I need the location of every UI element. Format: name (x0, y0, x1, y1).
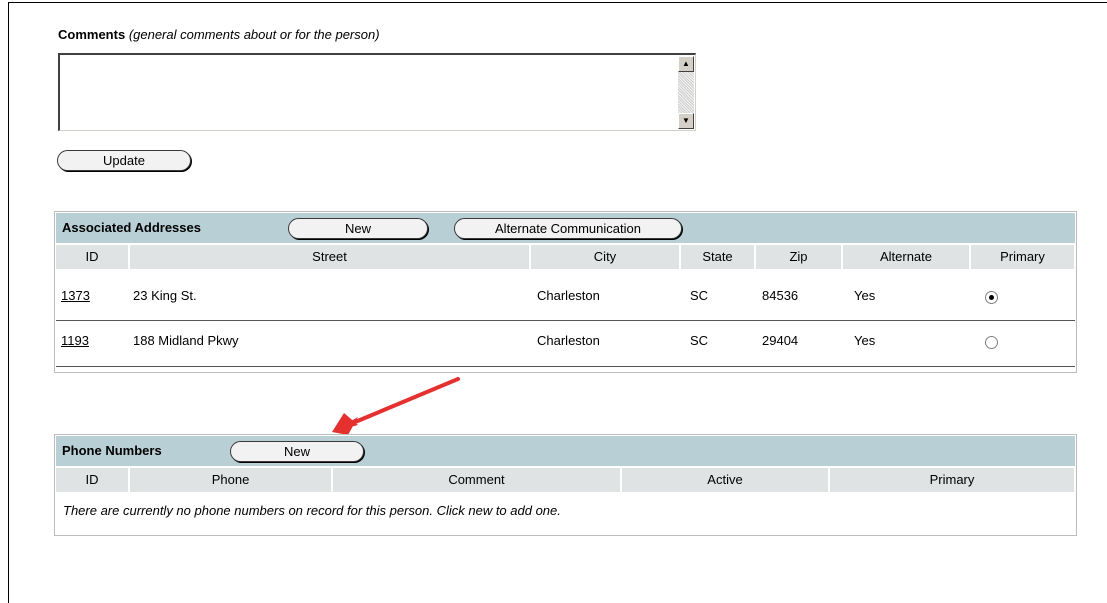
col-header-primary: Primary (971, 245, 1074, 269)
update-button[interactable]: Update (57, 150, 191, 171)
alternate-communication-button[interactable]: Alternate Communication (454, 218, 682, 239)
address-alternate: Yes (854, 288, 876, 303)
scroll-down-icon[interactable]: ▼ (678, 113, 694, 129)
row-divider (56, 320, 1075, 321)
col-header-phone: Phone (130, 468, 333, 492)
col-header-id: ID (56, 468, 130, 492)
comments-scrollbar[interactable]: ▲ ▼ (678, 56, 694, 129)
new-phone-button[interactable]: New (230, 441, 364, 462)
col-header-id: ID (56, 245, 130, 269)
primary-radio-selected[interactable] (985, 291, 998, 304)
address-city: Charleston (537, 288, 600, 303)
address-street: 23 King St. (133, 288, 197, 303)
col-header-zip: Zip (756, 245, 843, 269)
annotation-arrow-icon (332, 377, 460, 435)
col-header-comment: Comment (333, 468, 622, 492)
primary-radio[interactable] (985, 336, 998, 349)
phones-title: Phone Numbers (62, 443, 162, 458)
address-state: SC (690, 288, 709, 303)
col-header-primary: Primary (830, 468, 1074, 492)
address-city: Charleston (537, 333, 600, 348)
address-zip: 84536 (762, 288, 799, 303)
col-header-alternate: Alternate (843, 245, 971, 269)
comments-label-hint: (general comments about or for the perso… (128, 27, 380, 42)
col-header-city: City (531, 245, 681, 269)
address-street: 188 Midland Pkwy (133, 333, 239, 348)
address-id-link[interactable]: 1193 (61, 333, 89, 348)
address-id-link[interactable]: 1373 (61, 288, 90, 303)
new-address-button[interactable]: New (288, 218, 428, 239)
row-divider (56, 366, 1075, 367)
radio-dot-icon (989, 295, 994, 300)
col-header-state: State (681, 245, 756, 269)
empty-phones-message: There are currently no phone numbers on … (63, 503, 561, 518)
addresses-title: Associated Addresses (62, 220, 201, 235)
phones-header: Phone Numbers New (56, 436, 1075, 466)
scroll-track[interactable] (678, 72, 694, 113)
scroll-up-icon[interactable]: ▲ (678, 56, 694, 72)
address-state: SC (690, 333, 709, 348)
comments-label: Comments (general comments about or for … (58, 27, 380, 42)
comments-label-title: Comments (58, 27, 126, 42)
address-zip: 29404 (762, 333, 799, 348)
address-alternate: Yes (854, 333, 876, 348)
comments-textarea[interactable]: ▲ ▼ (58, 53, 696, 131)
addresses-panel: Associated Addresses New Alternate Commu… (54, 211, 1077, 373)
addresses-header: Associated Addresses New Alternate Commu… (56, 213, 1075, 243)
col-header-street: Street (130, 245, 531, 269)
phones-panel: Phone Numbers New ID Phone Comment Activ… (54, 434, 1077, 536)
col-header-active: Active (622, 468, 830, 492)
